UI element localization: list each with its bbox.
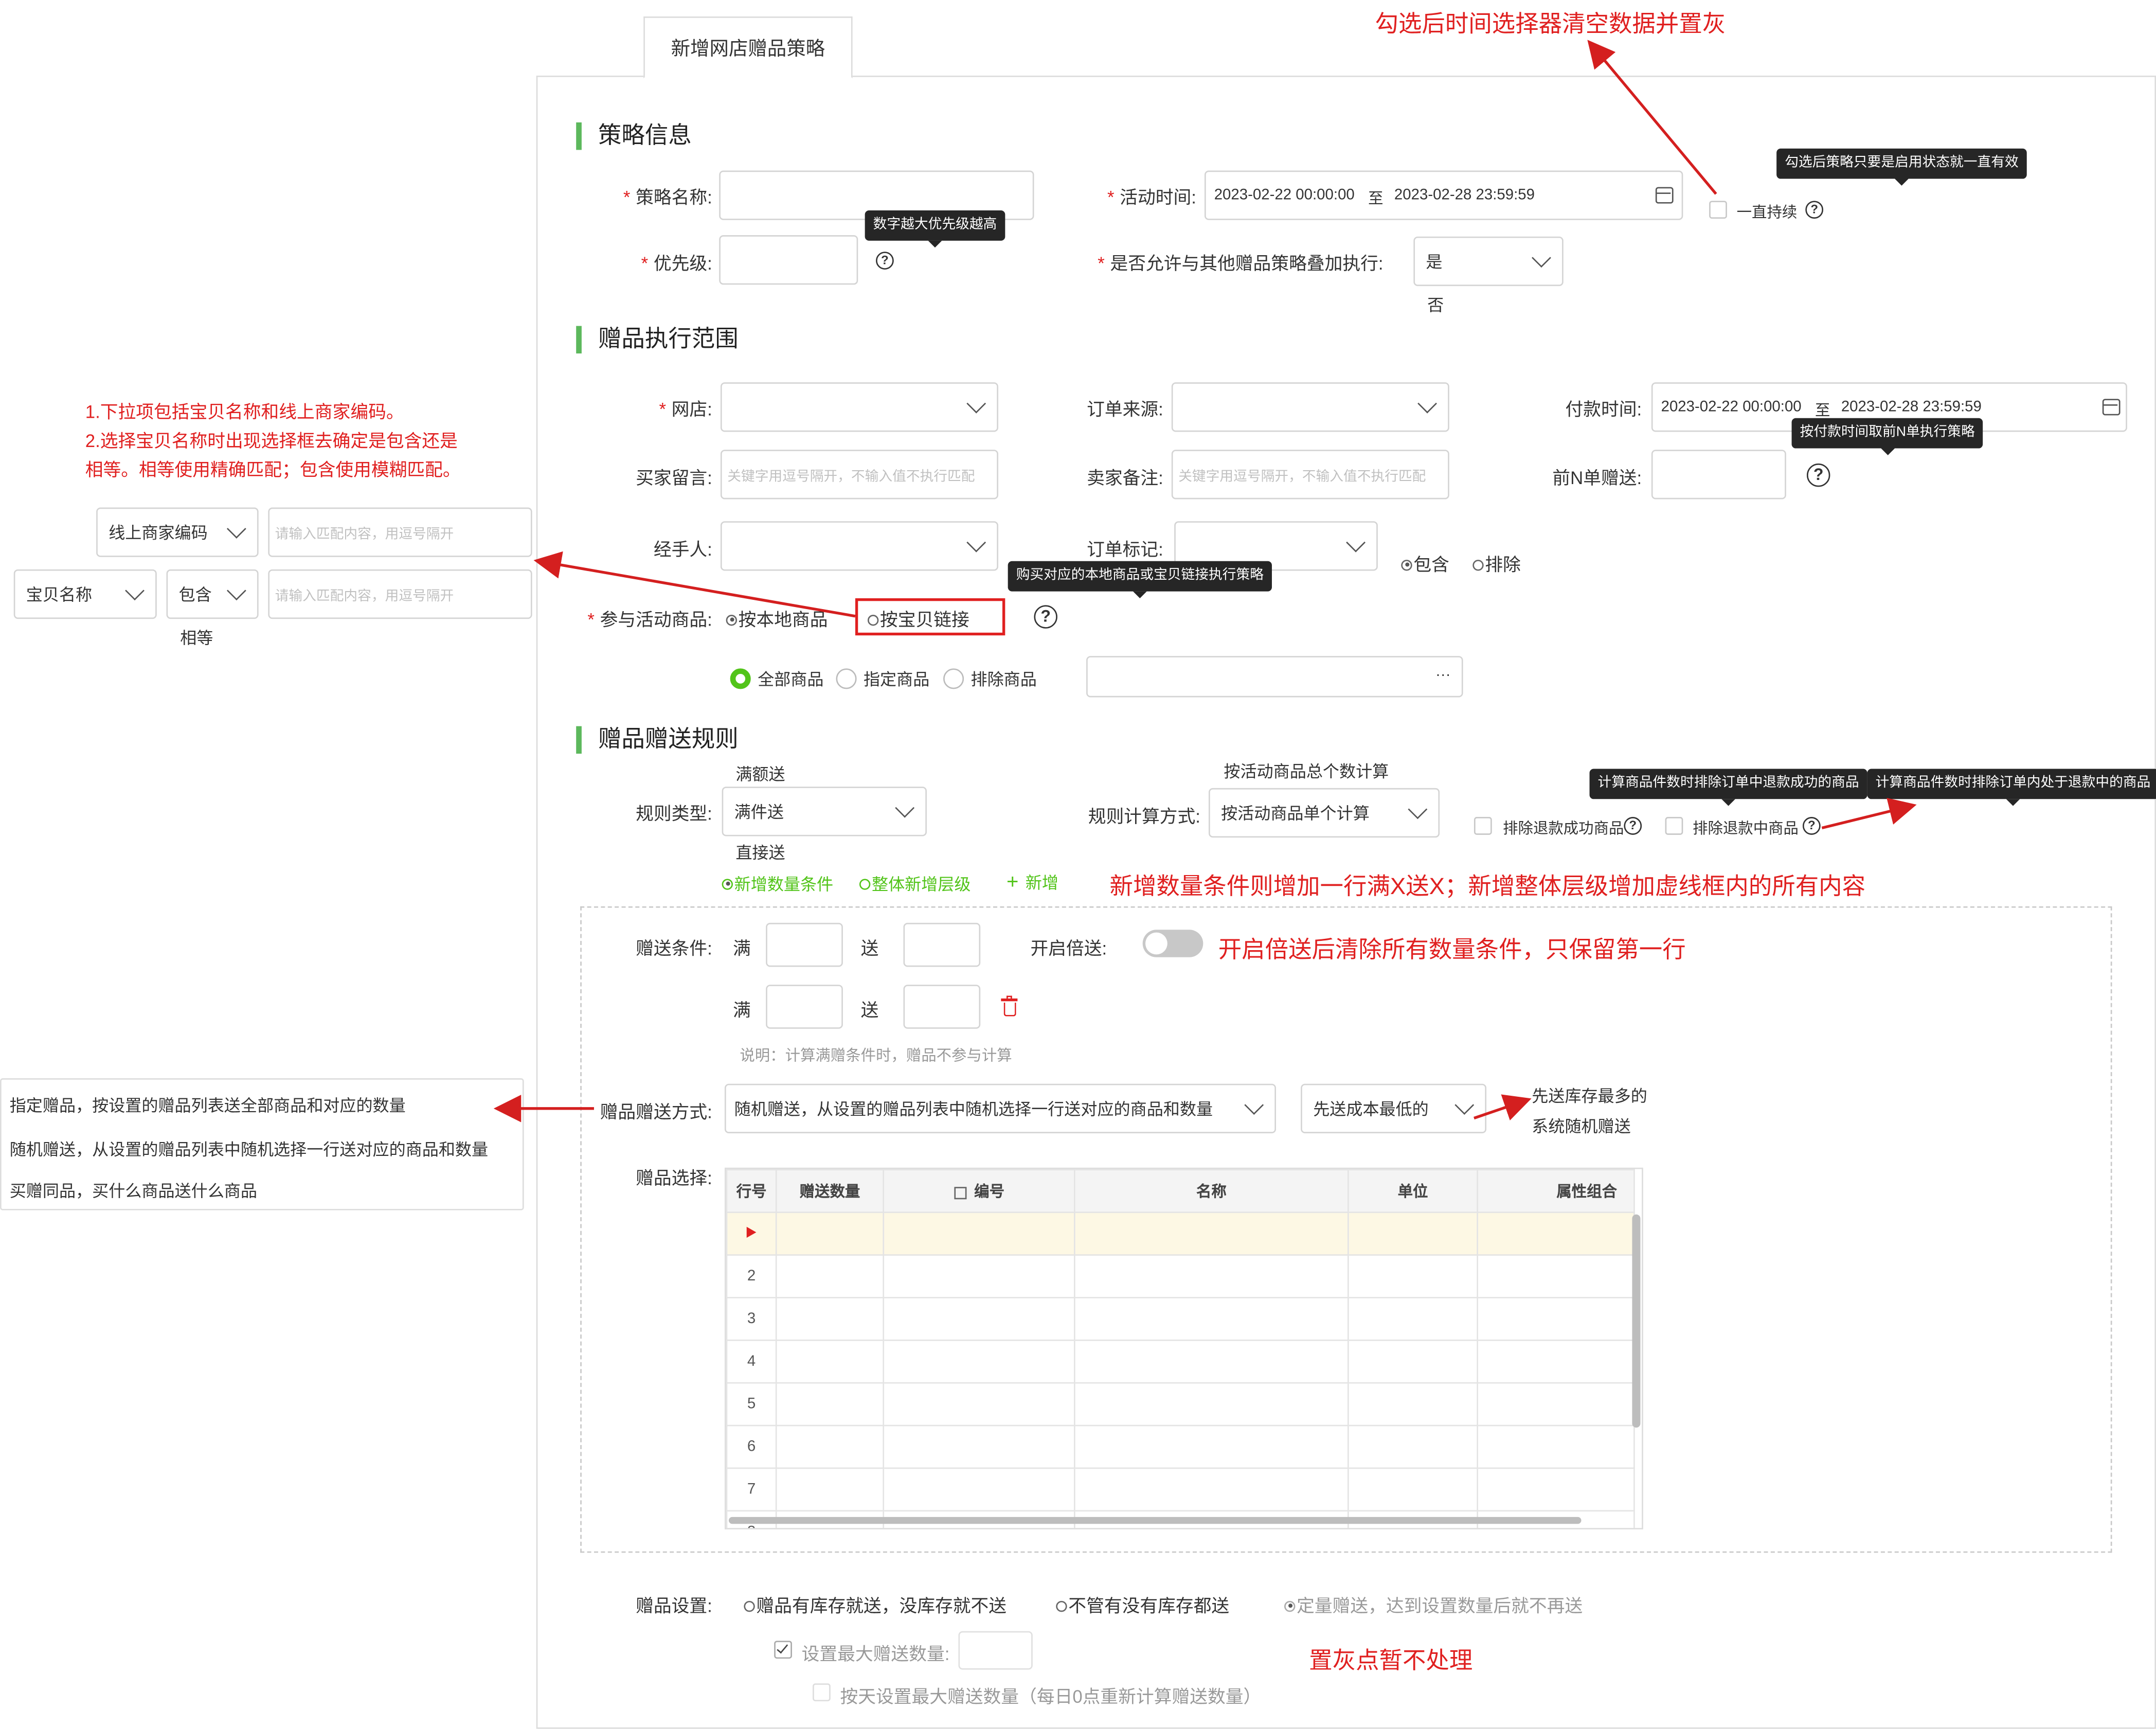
arrow-stock <box>1474 1094 1532 1120</box>
arrow-refund <box>1821 797 1917 830</box>
tab-new-strategy[interactable]: 新增网店赠品策略 <box>643 16 853 79</box>
annotation-arrows <box>493 40 1917 1122</box>
arrow-link <box>533 551 856 618</box>
arrow-time <box>1587 40 1717 195</box>
